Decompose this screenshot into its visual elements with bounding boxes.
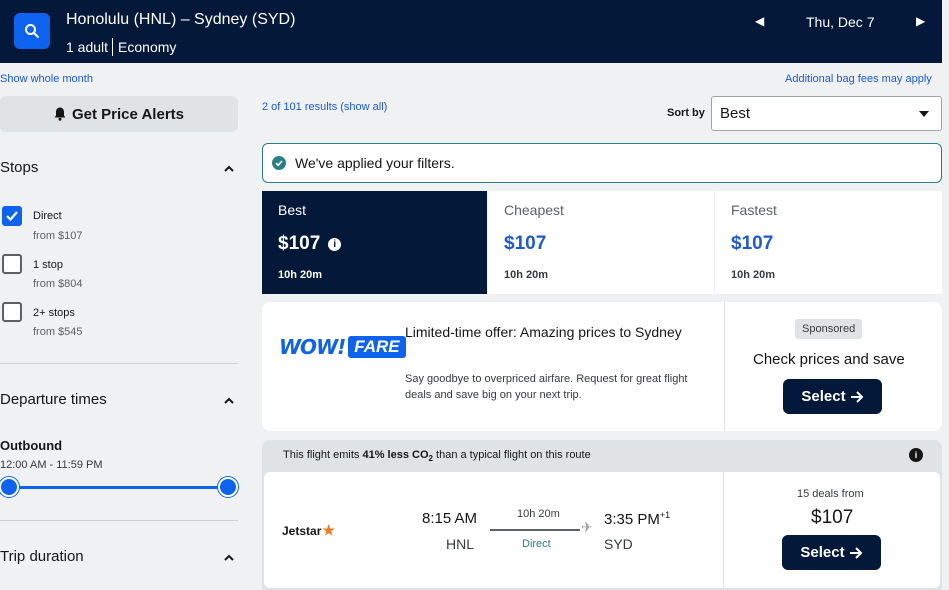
flight-result: This flight emits 41% less CO2 than a ty… bbox=[262, 440, 942, 590]
tab-cheapest-price: $107 bbox=[504, 233, 547, 254]
departure-slider-end-handle[interactable] bbox=[218, 477, 238, 497]
section-divider bbox=[0, 363, 238, 364]
chevron-up-icon[interactable] bbox=[224, 164, 234, 174]
tab-best-duration: 10h 20m bbox=[278, 269, 323, 281]
chevron-up-icon[interactable] bbox=[224, 396, 234, 406]
route-title[interactable]: Honolulu (HNL) – Sydney (SYD) bbox=[66, 11, 295, 29]
flight-select-label: Select bbox=[800, 544, 845, 561]
arrival-time: 3:35 PM+1 bbox=[604, 510, 670, 528]
flight-select-button[interactable]: Select bbox=[782, 535, 881, 570]
info-icon[interactable]: i bbox=[909, 448, 923, 462]
stops-two-plus-checkbox[interactable] bbox=[2, 302, 22, 322]
deals-count: 15 deals from bbox=[797, 488, 864, 500]
date-label[interactable]: Thu, Dec 7 bbox=[806, 14, 874, 30]
info-icon[interactable]: i bbox=[328, 237, 342, 251]
airline-name: Jetstar bbox=[282, 523, 322, 538]
flight-card[interactable]: Jetstar ★ 8:15 AM HNL 10h 20m ✈ Direct 3… bbox=[264, 472, 940, 588]
co2-prefix: This flight emits bbox=[283, 449, 363, 461]
tab-fastest-price: $107 bbox=[731, 233, 774, 254]
tab-cheapest-duration: 10h 20m bbox=[504, 269, 549, 281]
stops-title: Stops bbox=[0, 159, 39, 176]
results-count-link[interactable]: 2 of 101 results (show all) bbox=[262, 101, 387, 113]
ad-description: Say goodbye to overpriced airfare. Reque… bbox=[405, 373, 688, 401]
bag-fees-link[interactable]: Additional bag fees may apply bbox=[785, 73, 932, 85]
divider bbox=[723, 472, 724, 588]
check-circle-icon bbox=[272, 156, 286, 170]
tab-cheapest-label: Cheapest bbox=[504, 202, 564, 218]
bell-icon bbox=[54, 107, 66, 121]
wowfare-logo: WOW! FARE bbox=[279, 335, 406, 359]
section-divider bbox=[0, 520, 238, 521]
co2-percent: 41% less CO bbox=[362, 449, 429, 461]
co2-suffix: than a typical flight on this route bbox=[432, 449, 591, 461]
arrival-time-value: 3:35 PM bbox=[604, 511, 660, 528]
ad-select-label: Select bbox=[801, 388, 846, 405]
previous-date-icon[interactable]: ◀ bbox=[755, 14, 764, 28]
search-icon bbox=[25, 24, 39, 38]
tab-best-label: Best bbox=[278, 202, 307, 218]
tab-fastest-duration: 10h 20m bbox=[731, 269, 776, 281]
ad-cta-text: Check prices and save bbox=[753, 351, 905, 368]
filters-applied-text: We've applied your filters. bbox=[295, 155, 455, 171]
filters-applied-notice: We've applied your filters. bbox=[262, 143, 942, 183]
stops-one-checkbox[interactable] bbox=[2, 254, 22, 274]
sponsored-badge: Sponsored bbox=[795, 319, 863, 339]
sort-value: Best bbox=[720, 105, 751, 122]
arrow-right-icon bbox=[850, 390, 864, 403]
search-header: Honolulu (HNL) – Sydney (SYD) 1 adult Ec… bbox=[0, 0, 942, 63]
stops-two-plus-price: from $545 bbox=[33, 326, 83, 338]
logo-wow-text: WOW! bbox=[279, 335, 346, 359]
logo-fare-text: FARE bbox=[348, 336, 406, 358]
tab-best[interactable]: Best $107 i 10h 20m bbox=[262, 191, 487, 294]
tab-best-price: $107 i bbox=[278, 233, 471, 255]
star-icon: ★ bbox=[322, 522, 335, 538]
ad-title: Limited-time offer: Amazing prices to Sy… bbox=[405, 324, 682, 340]
departure-slider-start-handle[interactable] bbox=[0, 477, 19, 497]
sponsored-ad-card[interactable]: WOW! FARE Limited-time offer: Amazing pr… bbox=[262, 302, 942, 431]
caret-down-icon bbox=[919, 111, 929, 117]
cabin-class: Economy bbox=[118, 39, 177, 55]
traveler-summary[interactable]: 1 adult Economy bbox=[66, 38, 176, 56]
stops-info: Direct bbox=[522, 538, 551, 550]
tab-fastest[interactable]: Fastest $107 10h 20m bbox=[715, 191, 942, 294]
next-date-icon[interactable]: ▶ bbox=[916, 14, 925, 28]
stops-two-plus-label: 2+ stops bbox=[33, 307, 75, 319]
airline-logo: Jetstar ★ bbox=[282, 522, 335, 539]
sort-select[interactable]: Best bbox=[711, 96, 942, 131]
price-alerts-label: Get Price Alerts bbox=[72, 105, 184, 123]
outbound-label: Outbound bbox=[0, 438, 63, 453]
tab-fastest-label: Fastest bbox=[731, 202, 777, 218]
departure-time: 8:15 AM bbox=[422, 510, 478, 527]
arrival-day-offset: +1 bbox=[659, 510, 671, 520]
divider bbox=[112, 38, 114, 56]
flight-duration: 10h 20m bbox=[517, 508, 560, 520]
co2-notice: This flight emits 41% less CO2 than a ty… bbox=[283, 449, 591, 463]
divider bbox=[724, 302, 725, 431]
stops-direct-price: from $107 bbox=[33, 230, 83, 242]
traveler-count: 1 adult bbox=[66, 39, 109, 55]
search-button[interactable] bbox=[14, 13, 50, 49]
tab-cheapest[interactable]: Cheapest $107 10h 20m bbox=[488, 191, 714, 294]
departure-airport: HNL bbox=[446, 536, 475, 552]
airplane-icon: ✈ bbox=[581, 519, 593, 535]
stops-direct-label: Direct bbox=[33, 210, 62, 222]
checkmark-icon bbox=[6, 211, 18, 222]
chevron-up-icon[interactable] bbox=[224, 553, 234, 563]
route-line bbox=[490, 529, 580, 531]
price-alerts-button[interactable]: Get Price Alerts bbox=[0, 96, 238, 132]
trip-duration-title: Trip duration bbox=[0, 548, 84, 565]
outbound-range: 12:00 AM - 11:59 PM bbox=[0, 459, 103, 471]
sort-label: Sort by bbox=[667, 107, 705, 119]
show-whole-month-link[interactable]: Show whole month bbox=[0, 73, 93, 85]
departure-times-title: Departure times bbox=[0, 391, 107, 408]
departure-slider-track[interactable] bbox=[9, 486, 228, 489]
stops-direct-checkbox[interactable] bbox=[2, 206, 22, 226]
ad-select-button[interactable]: Select bbox=[783, 379, 882, 414]
arrow-right-icon bbox=[849, 546, 863, 559]
arrival-airport: SYD bbox=[604, 536, 633, 552]
tab-best-price-value: $107 bbox=[278, 233, 321, 254]
flight-price: $107 bbox=[811, 507, 854, 528]
stops-one-price: from $804 bbox=[33, 278, 83, 290]
stops-one-label: 1 stop bbox=[33, 259, 63, 271]
